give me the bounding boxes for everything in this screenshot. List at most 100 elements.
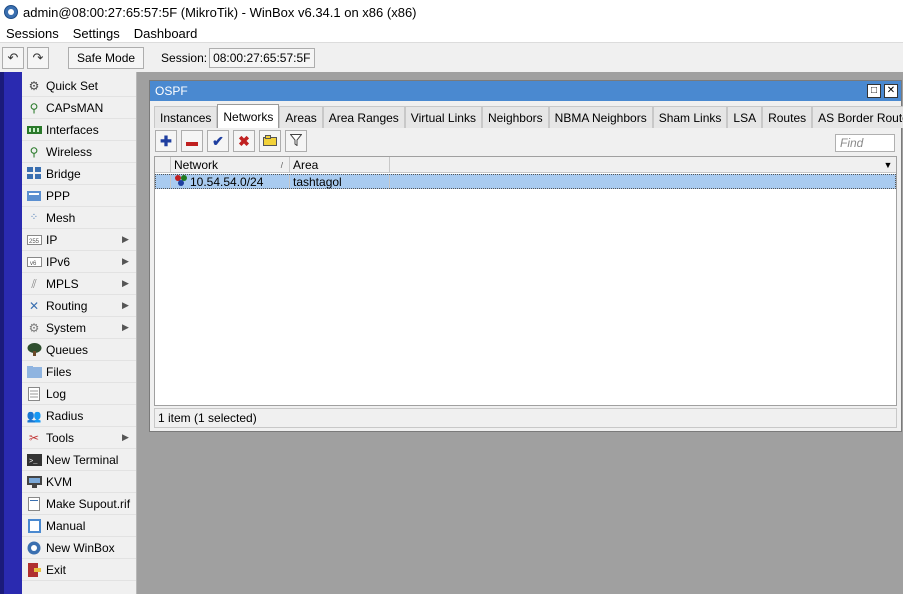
tab-networks[interactable]: Networks — [217, 104, 280, 128]
menu-dashboard[interactable]: Dashboard — [134, 26, 198, 41]
remove-button[interactable] — [181, 130, 203, 152]
sidebar-item-queues[interactable]: Queues — [22, 339, 136, 361]
sidebar-item-new-terminal[interactable]: >_ New Terminal — [22, 449, 136, 471]
sidebar-item-ipv6[interactable]: v6 IPv6 ▶ — [22, 251, 136, 273]
interfaces-icon — [26, 123, 42, 137]
left-brand-strip-edge — [0, 72, 4, 594]
sidebar-item-radius[interactable]: 👥 Radius — [22, 405, 136, 427]
sidebar-item-label: MPLS — [46, 276, 79, 291]
tools-icon: ✂ — [28, 430, 40, 445]
title-bar: admin@08:00:27:65:57:5F (MikroTik) - Win… — [0, 0, 903, 24]
sidebar-item-wireless[interactable]: ⚲ Wireless — [22, 141, 136, 163]
column-header-area[interactable]: Area — [290, 157, 390, 173]
tab-nbma-neighbors[interactable]: NBMA Neighbors — [548, 106, 653, 128]
log-icon — [26, 386, 42, 401]
column-header-label: Area — [293, 158, 319, 172]
ipv6-icon: v6 — [26, 255, 42, 269]
maximize-button[interactable]: □ — [867, 84, 881, 98]
submenu-arrow-icon: ▶ — [122, 300, 129, 310]
svg-text:v6: v6 — [30, 261, 37, 267]
tab-neighbors[interactable]: Neighbors — [481, 106, 549, 128]
enable-button[interactable]: ✔ — [207, 130, 229, 152]
sidebar-item-new-winbox[interactable]: New WinBox — [22, 537, 136, 559]
filter-button[interactable] — [285, 130, 307, 152]
find-input[interactable]: Find — [835, 134, 895, 152]
ospf-window-titlebar[interactable]: OSPF □ ✕ — [150, 81, 901, 101]
tab-as-border-routers[interactable]: AS Border Routers — [812, 106, 903, 128]
cell-network: 10.54.54.0/24 — [171, 175, 290, 189]
files-icon — [26, 365, 42, 379]
tab-sham-links[interactable]: Sham Links — [652, 106, 728, 128]
tab-virtual-links[interactable]: Virtual Links — [404, 106, 482, 128]
menu-sessions[interactable]: Sessions — [6, 26, 59, 41]
sidebar-item-manual[interactable]: Manual — [22, 515, 136, 537]
bridge-icon — [26, 167, 42, 181]
sidebar-item-label: New WinBox — [46, 540, 115, 555]
sidebar-item-bridge[interactable]: Bridge — [22, 163, 136, 185]
menu-settings[interactable]: Settings — [73, 26, 120, 41]
column-header-label: Network — [174, 158, 219, 172]
ppp-icon — [26, 189, 42, 203]
safe-mode-button[interactable]: Safe Mode — [68, 46, 145, 69]
column-chooser-dropdown[interactable]: ▼ — [880, 157, 896, 172]
sidebar-item-system[interactable]: ⚙ System ▶ — [22, 317, 136, 339]
winbox-app-icon — [4, 5, 18, 19]
close-button[interactable]: ✕ — [884, 84, 898, 98]
sidebar-item-quick-set[interactable]: ⚙ Quick Set — [22, 75, 136, 97]
close-icon: ✕ — [886, 85, 896, 96]
ospf-toolbar: ✚ ✔ ✖ — [155, 130, 311, 152]
sidebar-item-label: Make Supout.rif — [46, 496, 131, 511]
disable-button[interactable]: ✖ — [233, 130, 255, 152]
row-flag-column-header — [155, 157, 171, 173]
minus-icon — [186, 133, 198, 149]
sidebar-item-label: Routing — [46, 298, 88, 313]
sidebar-item-tools[interactable]: ✂ Tools ▶ — [22, 427, 136, 449]
sidebar-item-label: Manual — [46, 518, 86, 533]
terminal-icon: >_ — [26, 453, 42, 467]
add-button[interactable]: ✚ — [155, 130, 177, 152]
tab-areas[interactable]: Areas — [279, 106, 323, 128]
sidebar-item-exit[interactable]: Exit — [22, 559, 136, 581]
sidebar-item-label: New Terminal — [46, 452, 119, 467]
sidebar-item-label: Wireless — [46, 144, 93, 159]
sidebar-item-label: KVM — [46, 474, 73, 489]
sidebar-item-capsman[interactable]: ⚲ CAPsMAN — [22, 97, 136, 119]
chevron-down-icon: ▼ — [883, 159, 893, 170]
sidebar-item-files[interactable]: Files — [22, 361, 136, 383]
sidebar-item-interfaces[interactable]: Interfaces — [22, 119, 136, 141]
svg-text:>_: >_ — [29, 458, 38, 466]
tab-routes[interactable]: Routes — [762, 106, 813, 128]
redo-icon: ↷ — [32, 49, 44, 65]
submenu-arrow-icon: ▶ — [122, 234, 129, 244]
svg-text:255: 255 — [29, 239, 40, 245]
ip-icon: 255 — [26, 233, 42, 247]
exit-icon — [26, 562, 42, 577]
routing-icon: ✕ — [28, 298, 40, 313]
tab-instances[interactable]: Instances — [154, 106, 218, 128]
submenu-arrow-icon: ▶ — [122, 432, 129, 442]
sidebar-item-ppp[interactable]: PPP — [22, 185, 136, 207]
sidebar-item-mpls[interactable]: ⫽ MPLS ▶ — [22, 273, 136, 295]
sidebar-item-log[interactable]: Log — [22, 383, 136, 405]
window-title: admin@08:00:27:65:57:5F (MikroTik) - Win… — [23, 4, 417, 20]
column-header-network[interactable]: Network / — [171, 157, 290, 173]
sidebar-item-ip[interactable]: 255 IP ▶ — [22, 229, 136, 251]
redo-button[interactable]: ↷ — [27, 46, 49, 69]
session-field[interactable]: 08:00:27:65:57:5F — [209, 47, 315, 68]
sidebar-item-kvm[interactable]: KVM — [22, 471, 136, 493]
submenu-arrow-icon: ▶ — [122, 256, 129, 266]
sidebar-item-routing[interactable]: ✕ Routing ▶ — [22, 295, 136, 317]
queues-icon — [26, 343, 42, 357]
sidebar-item-mesh[interactable]: ⁘ Mesh — [22, 207, 136, 229]
quickset-icon: ⚙ — [28, 78, 40, 93]
undo-button[interactable]: ↶ — [2, 46, 24, 69]
tab-lsa[interactable]: LSA — [727, 106, 763, 128]
ospf-window-title: OSPF — [155, 84, 188, 98]
menu-bar: Sessions Settings Dashboard — [0, 24, 903, 42]
sidebar-item-label: Exit — [46, 562, 67, 577]
table-row[interactable]: 10.54.54.0/24 tashtagol — [155, 174, 896, 189]
sidebar-item-label: Bridge — [46, 166, 81, 181]
sidebar-item-make-supout[interactable]: Make Supout.rif — [22, 493, 136, 515]
tab-area-ranges[interactable]: Area Ranges — [322, 106, 405, 128]
comment-button[interactable] — [259, 130, 281, 152]
